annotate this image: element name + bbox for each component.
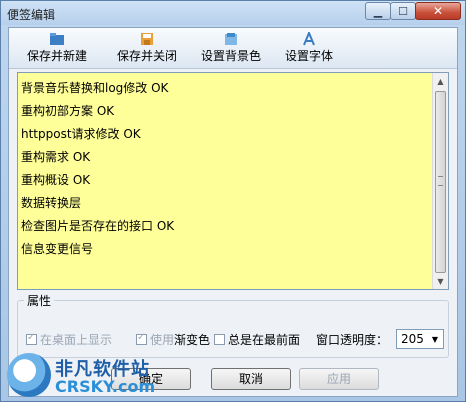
transparency-label: 窗口透明度： bbox=[316, 333, 389, 347]
note-line: 检查图片是否存在的接口 OK bbox=[21, 219, 175, 233]
cancel-button[interactable]: 取消 bbox=[211, 368, 291, 390]
set-font-label: 设置字体 bbox=[284, 49, 333, 63]
checkbox-checked-icon bbox=[26, 332, 37, 345]
save-and-close-label: 保存并关闭 bbox=[116, 49, 177, 63]
show-on-desktop-checkbox[interactable]: 在桌面上显示 bbox=[26, 331, 112, 347]
save-and-close-button[interactable]: 保存并关闭 bbox=[105, 30, 189, 66]
transparency-select[interactable]: 205 ▼ bbox=[396, 329, 444, 349]
note-edit-window: 便签编辑 ▁ ☐ ✕ 保存并新建 保存并关闭 设置背景色 设置字体 背景音乐替换… bbox=[0, 0, 466, 402]
save-and-new-button[interactable]: 保存并新建 bbox=[17, 30, 97, 66]
watermark-line2: CRSKY.com bbox=[55, 377, 156, 396]
show-on-desktop-label: 在桌面上显示 bbox=[40, 332, 113, 347]
font-icon bbox=[303, 32, 315, 46]
properties-group: 属性 在桌面上显示 使用渐变色 总是在最前面 窗口透明度： 205 ▼ bbox=[17, 292, 449, 358]
transparency-value: 205 bbox=[401, 332, 424, 346]
watermark-logo-icon bbox=[7, 353, 51, 397]
always-on-top-label: 总是在最前面 bbox=[228, 332, 301, 347]
minimize-icon: ▁ bbox=[373, 4, 383, 18]
use-gradient-checkbox[interactable]: 使用渐变色 bbox=[136, 331, 210, 347]
checkbox-unchecked-icon bbox=[214, 333, 225, 345]
properties-legend: 属性 bbox=[24, 292, 55, 309]
use-gradient-label-prefix: 使用 bbox=[150, 332, 175, 347]
apply-button[interactable]: 应用 bbox=[299, 368, 379, 390]
note-textarea[interactable]: 背景音乐替换和log修改 OK 重构初部方案 OK httppost请求修改 O… bbox=[17, 72, 449, 290]
window-title: 便签编辑 bbox=[7, 8, 56, 22]
save-and-new-label: 保存并新建 bbox=[26, 49, 87, 63]
scrollbar-grip-icon bbox=[438, 176, 443, 186]
title-bar[interactable]: 便签编辑 ▁ ☐ ✕ bbox=[1, 1, 465, 25]
set-background-color-label: 设置背景色 bbox=[200, 49, 261, 63]
note-line: httppost请求修改 OK bbox=[21, 127, 141, 141]
maximize-button[interactable]: ☐ bbox=[390, 2, 416, 20]
note-line: 背景音乐替换和log修改 OK bbox=[21, 81, 169, 95]
toolbar: 保存并新建 保存并关闭 设置背景色 设置字体 bbox=[9, 28, 457, 69]
note-line: 数据转换层 bbox=[21, 196, 82, 210]
scrollbar-thumb[interactable] bbox=[435, 91, 446, 273]
set-font-button[interactable]: 设置字体 bbox=[277, 30, 341, 66]
watermark: 非凡软件站 CRSKY.com bbox=[1, 351, 171, 403]
maximize-icon: ☐ bbox=[398, 4, 408, 18]
folder-icon bbox=[50, 33, 64, 45]
minimize-button[interactable]: ▁ bbox=[365, 2, 391, 20]
note-line: 重构概设 OK bbox=[21, 173, 91, 187]
close-icon: ✕ bbox=[432, 4, 444, 18]
save-icon bbox=[141, 33, 153, 45]
note-line: 重构需求 OK bbox=[21, 150, 91, 164]
always-on-top-checkbox[interactable]: 总是在最前面 bbox=[214, 331, 300, 347]
client-area: 保存并新建 保存并关闭 设置背景色 设置字体 背景音乐替换和log修改 OK 重… bbox=[8, 27, 458, 397]
set-background-color-button[interactable]: 设置背景色 bbox=[195, 30, 267, 66]
scroll-up-arrow-icon[interactable]: ▲ bbox=[433, 73, 448, 89]
close-button[interactable]: ✕ bbox=[415, 2, 461, 20]
use-gradient-label-suffix: 渐变色 bbox=[174, 332, 211, 347]
vertical-scrollbar[interactable]: ▲ ▼ bbox=[432, 73, 448, 289]
note-line: 信息变更信号 bbox=[21, 242, 94, 256]
chevron-down-icon: ▼ bbox=[431, 334, 439, 344]
palette-icon bbox=[225, 33, 237, 45]
note-line: 重构初部方案 OK bbox=[21, 104, 115, 118]
checkbox-checked-icon bbox=[136, 332, 147, 345]
scroll-down-arrow-icon[interactable]: ▼ bbox=[433, 273, 448, 289]
